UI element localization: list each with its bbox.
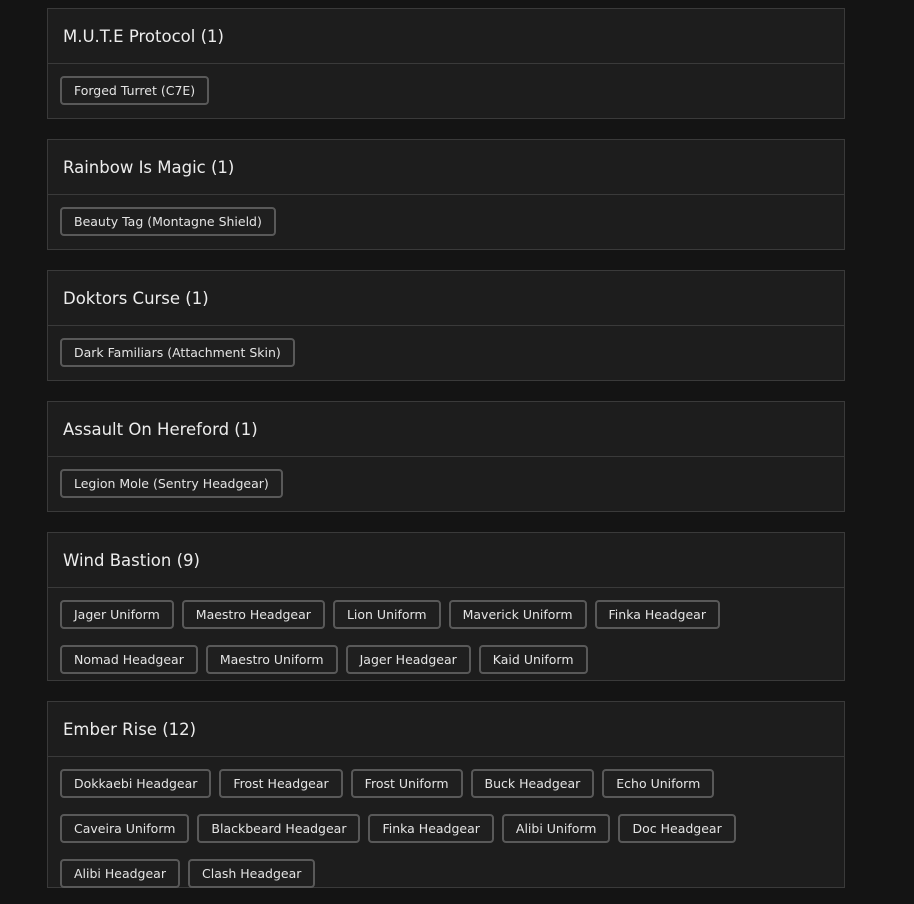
item-chip[interactable]: Maestro Headgear	[181, 600, 325, 629]
event-title: Wind Bastion (9)	[48, 533, 844, 588]
event-card-rainbow-is-magic: Rainbow Is Magic (1) Beauty Tag (Montagn…	[47, 139, 845, 250]
item-chip[interactable]: Echo Uniform	[602, 769, 715, 798]
event-items: Jager Uniform Maestro Headgear Lion Unif…	[48, 588, 844, 674]
event-title: Doktors Curse (1)	[48, 271, 844, 326]
event-items: Beauty Tag (Montagne Shield)	[48, 195, 844, 236]
item-chip[interactable]: Nomad Headgear	[60, 645, 198, 674]
item-chip[interactable]: Finka Headgear	[594, 600, 720, 629]
event-items: Dokkaebi Headgear Frost Headgear Frost U…	[48, 757, 844, 888]
event-card-wind-bastion: Wind Bastion (9) Jager Uniform Maestro H…	[47, 532, 845, 681]
item-chip[interactable]: Maestro Uniform	[205, 645, 338, 674]
item-chip[interactable]: Maverick Uniform	[448, 600, 587, 629]
item-chip[interactable]: Caveira Uniform	[60, 814, 190, 843]
item-chip[interactable]: Kaid Uniform	[478, 645, 588, 674]
item-chip[interactable]: Clash Headgear	[188, 859, 316, 888]
item-chip[interactable]: Jager Uniform	[60, 600, 174, 629]
item-chip[interactable]: Forged Turret (C7E)	[60, 76, 210, 105]
item-chip[interactable]: Doc Headgear	[618, 814, 736, 843]
event-card-mute-protocol: M.U.T.E Protocol (1) Forged Turret (C7E)	[47, 8, 845, 119]
event-items: Forged Turret (C7E)	[48, 64, 844, 105]
item-chip[interactable]: Dokkaebi Headgear	[60, 769, 212, 798]
event-items: Legion Mole (Sentry Headgear)	[48, 457, 844, 498]
event-title: M.U.T.E Protocol (1)	[48, 9, 844, 64]
item-chip[interactable]: Finka Headgear	[368, 814, 494, 843]
item-chip[interactable]: Buck Headgear	[470, 769, 595, 798]
item-chip[interactable]: Frost Uniform	[350, 769, 463, 798]
item-chip[interactable]: Jager Headgear	[345, 645, 471, 674]
event-list: M.U.T.E Protocol (1) Forged Turret (C7E)…	[0, 0, 914, 904]
item-chip[interactable]: Dark Familiars (Attachment Skin)	[60, 338, 295, 367]
item-chip[interactable]: Blackbeard Headgear	[197, 814, 361, 843]
event-title: Rainbow Is Magic (1)	[48, 140, 844, 195]
event-items: Dark Familiars (Attachment Skin)	[48, 326, 844, 367]
event-card-ember-rise: Ember Rise (12) Dokkaebi Headgear Frost …	[47, 701, 845, 888]
item-chip[interactable]: Alibi Headgear	[60, 859, 180, 888]
item-chip[interactable]: Lion Uniform	[332, 600, 441, 629]
event-card-assault-on-hereford: Assault On Hereford (1) Legion Mole (Sen…	[47, 401, 845, 512]
item-chip[interactable]: Alibi Uniform	[501, 814, 611, 843]
event-title: Assault On Hereford (1)	[48, 402, 844, 457]
item-chip[interactable]: Frost Headgear	[219, 769, 343, 798]
event-title: Ember Rise (12)	[48, 702, 844, 757]
item-chip[interactable]: Legion Mole (Sentry Headgear)	[60, 469, 283, 498]
item-chip[interactable]: Beauty Tag (Montagne Shield)	[60, 207, 276, 236]
event-card-doktors-curse: Doktors Curse (1) Dark Familiars (Attach…	[47, 270, 845, 381]
